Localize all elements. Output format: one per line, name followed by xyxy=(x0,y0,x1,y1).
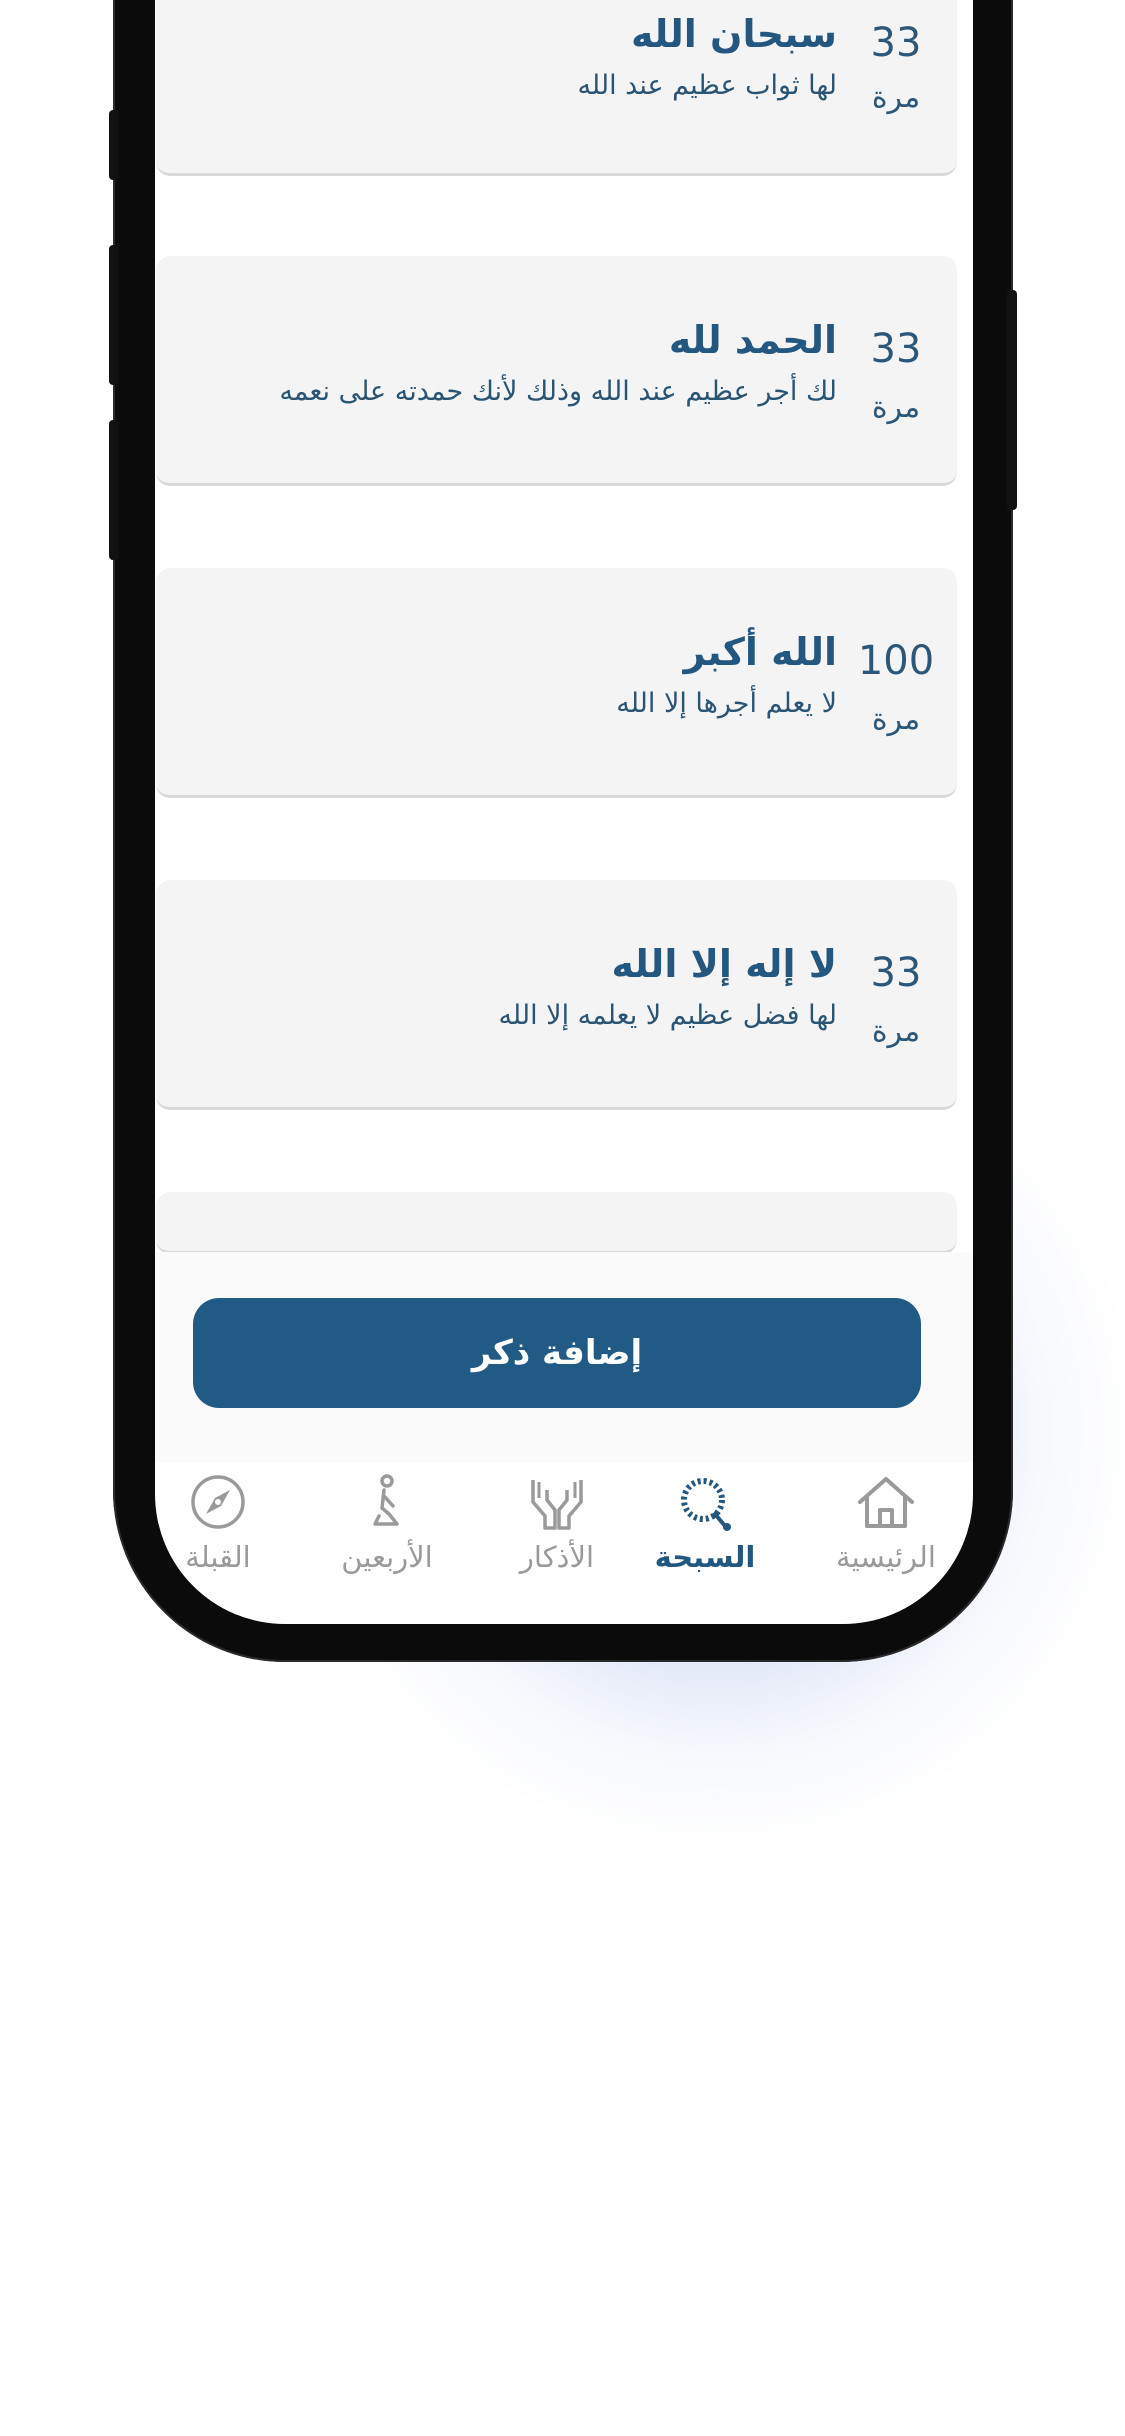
praying-person-icon xyxy=(373,1474,399,1526)
app-screen: سبحان الله لها ثواب عظيم عند الله 33 مرة… xyxy=(155,0,973,1624)
dhikr-card[interactable]: الحمد لله لك أجر عظيم عند الله وذلك لأنك… xyxy=(156,256,957,486)
power-button xyxy=(1007,290,1017,510)
tab-arbaeen-label: الأربعين xyxy=(341,1540,433,1574)
volume-up-button xyxy=(109,245,119,385)
dhikr-description: لا يعلم أجرها إلا الله xyxy=(616,688,837,719)
dhikr-card-partial[interactable] xyxy=(156,1192,957,1254)
tab-tasbih[interactable]: السبحة xyxy=(630,1462,780,1602)
dhikr-count: 33 xyxy=(870,20,922,66)
tab-adhkar[interactable]: الأذكار xyxy=(482,1462,632,1602)
dhikr-title: لا إله إلا الله xyxy=(611,942,838,986)
dhikr-count: 33 xyxy=(870,326,922,372)
dhikr-count-unit: مرة xyxy=(871,702,921,737)
home-icon xyxy=(858,1477,914,1528)
tab-home[interactable]: الرئيسية xyxy=(811,1462,961,1602)
dhikr-description: لها ثواب عظيم عند الله xyxy=(577,70,837,101)
tab-qibla[interactable]: القبلة xyxy=(155,1462,293,1602)
dhikr-count: 33 xyxy=(870,950,922,996)
tab-home-label: الرئيسية xyxy=(836,1540,936,1574)
dhikr-card[interactable]: لا إله إلا الله لها فضل عظيم لا يعلمه إل… xyxy=(156,880,957,1110)
dhikr-title: سبحان الله xyxy=(630,12,837,56)
tab-qibla-label: القبلة xyxy=(185,1540,251,1574)
praying-hands-icon xyxy=(531,1480,583,1530)
tab-arbaeen[interactable]: الأربعين xyxy=(312,1462,462,1602)
dhikr-count-unit: مرة xyxy=(871,80,921,115)
compass-icon xyxy=(191,1475,245,1529)
dhikr-count: 100 xyxy=(857,638,935,684)
dhikr-description: لك أجر عظيم عند الله وذلك لأنك حمدته على… xyxy=(279,376,837,407)
dhikr-description: لها فضل عظيم لا يعلمه إلا الله xyxy=(498,1000,837,1031)
dhikr-count-unit: مرة xyxy=(871,390,921,425)
dhikr-title: الله أكبر xyxy=(683,630,837,674)
tab-tasbih-label: السبحة xyxy=(654,1540,756,1574)
bottom-tab-bar: الرئيسية السبحة الأذكار الأربعين القبلة xyxy=(155,1462,973,1602)
side-button xyxy=(109,110,119,180)
volume-down-button xyxy=(109,420,119,560)
dhikr-count-unit: مرة xyxy=(871,1014,921,1049)
tab-adhkar-label: الأذكار xyxy=(519,1540,595,1574)
dhikr-card[interactable]: الله أكبر لا يعلم أجرها إلا الله 100 مرة xyxy=(156,568,957,798)
prayer-beads-icon xyxy=(681,1478,731,1531)
add-dhikr-button[interactable]: إضافة ذكر xyxy=(193,1298,921,1408)
dhikr-title: الحمد لله xyxy=(668,318,837,362)
dhikr-card[interactable]: سبحان الله لها ثواب عظيم عند الله 33 مرة xyxy=(156,0,957,176)
